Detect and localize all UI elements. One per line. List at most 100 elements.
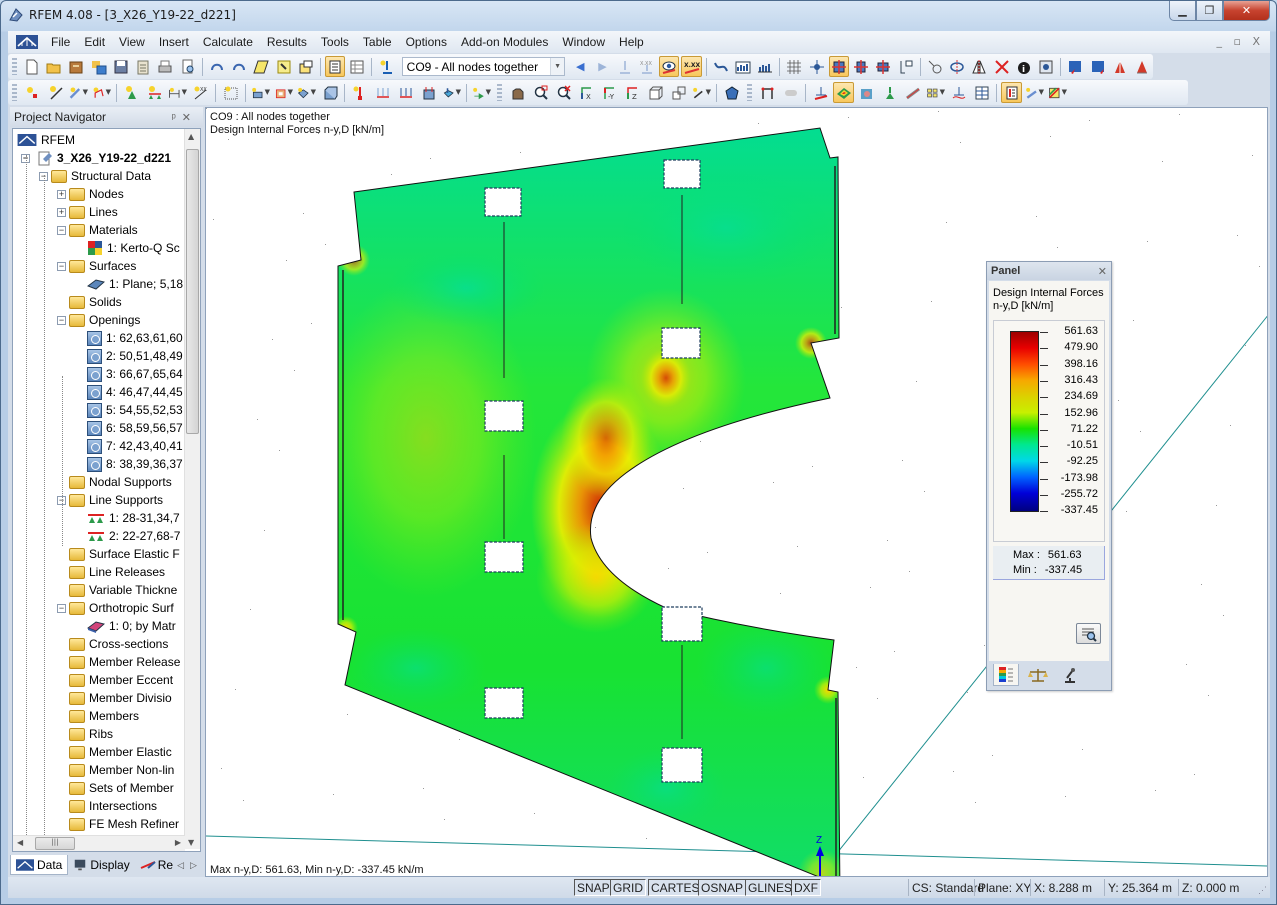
member-load-button[interactable] — [395, 82, 416, 103]
save-all-button[interactable] — [89, 56, 109, 77]
insert-line-button[interactable] — [45, 82, 66, 103]
result-diagrams-button[interactable] — [810, 82, 831, 103]
tree-node[interactable]: − Orthotropic Surf — [57, 599, 174, 617]
menu-results[interactable]: Results — [260, 35, 314, 49]
insert-node-button[interactable] — [22, 82, 43, 103]
visibility-button[interactable]: ▼ — [691, 82, 712, 103]
insert-solid-button[interactable]: ▼ — [296, 82, 317, 103]
opening[interactable] — [484, 187, 522, 217]
cartes-toggle[interactable]: CARTES — [648, 879, 703, 896]
toolbar-grip[interactable] — [12, 58, 17, 75]
dropdown-arrow-icon[interactable]: ▼ — [1062, 89, 1067, 96]
next-load-case-button[interactable]: ▶ — [592, 56, 612, 77]
dropdown-arrow-icon[interactable]: ▼ — [1039, 89, 1044, 96]
tree-node-rfem[interactable]: RFEM — [17, 131, 75, 149]
previous-load-case-button[interactable]: ◀ — [570, 56, 590, 77]
panel-header[interactable]: Panel ✕ — [987, 262, 1111, 280]
menu-calculate[interactable]: Calculate — [196, 35, 260, 49]
close-button[interactable]: ✕ — [1223, 1, 1270, 21]
minimize-button[interactable]: ▁ — [1169, 1, 1196, 21]
tree-node[interactable]: 1: 0; by Matr — [87, 617, 176, 635]
insert-dimension-button[interactable]: ▼ — [167, 82, 188, 103]
toolbar-grip[interactable] — [747, 84, 752, 101]
scroll-down-icon[interactable]: ▼ — [188, 838, 194, 847]
section-button[interactable] — [896, 56, 916, 77]
tree-node[interactable]: 1: 62,63,61,60 — [87, 329, 183, 347]
tree-node[interactable]: 1: Kerto-Q Sc — [87, 239, 180, 257]
support-reactions-button[interactable] — [879, 82, 900, 103]
tree-node[interactable]: FE Mesh Refiner — [69, 815, 179, 833]
toolbar-grip[interactable] — [497, 84, 502, 101]
menu-table[interactable]: Table — [356, 35, 399, 49]
graphics-viewport[interactable]: CO9 : All nodes together Design Internal… — [205, 107, 1268, 877]
result-diagram-2-button[interactable] — [948, 82, 969, 103]
view-xy-button[interactable] — [828, 56, 850, 77]
results-diagram-2-button[interactable] — [755, 56, 775, 77]
tree-node[interactable]: 7: 42,43,40,41 — [87, 437, 183, 455]
dropdown-arrow-icon[interactable]: ▼ — [456, 89, 461, 96]
tree-node[interactable]: 2: 50,51,48,49 — [87, 347, 183, 365]
menu-window[interactable]: Window — [555, 35, 612, 49]
tree-node[interactable]: Member Non-lin — [69, 761, 174, 779]
undo-button[interactable] — [207, 56, 227, 77]
show-loads-button[interactable] — [615, 56, 635, 77]
save-button[interactable] — [111, 56, 131, 77]
rotate-button[interactable] — [925, 56, 945, 77]
show-results-button[interactable] — [659, 56, 680, 77]
collapse-toggle-icon[interactable]: − — [57, 261, 66, 271]
insert-guideline-button[interactable] — [220, 82, 241, 103]
panel-tab-filter[interactable] — [1057, 664, 1083, 686]
resize-grip-icon[interactable]: ⋰ — [1258, 885, 1267, 896]
expand-toggle-icon[interactable]: + — [57, 189, 66, 199]
tab-display[interactable]: Display — [68, 855, 134, 875]
render-button[interactable] — [721, 82, 742, 103]
tree-node[interactable]: Surface Elastic F — [69, 545, 180, 563]
tree-node[interactable]: 3: 66,67,65,64 — [87, 365, 183, 383]
export-2-button[interactable] — [1087, 56, 1107, 77]
maximize-button[interactable]: ❐ — [1196, 1, 1223, 21]
dropdown-arrow-icon[interactable]: ▼ — [83, 89, 88, 96]
tree-node[interactable]: 5: 54,55,52,53 — [87, 401, 183, 419]
tree-node[interactable]: 1: 28-31,34,7 — [87, 509, 180, 527]
wireframe-view-button[interactable] — [668, 82, 689, 103]
mirror-button[interactable] — [969, 56, 989, 77]
tree-node[interactable]: Nodal Supports — [69, 473, 172, 491]
menu-view[interactable]: View — [112, 35, 152, 49]
load-case-combo[interactable]: CO9 - All nodes together ▼ — [401, 57, 566, 76]
scroll-up-icon[interactable]: ▲ — [188, 132, 194, 141]
opening[interactable] — [661, 606, 703, 642]
print-button[interactable] — [155, 56, 175, 77]
surface-result-isobands[interactable] — [306, 108, 866, 877]
tree-node[interactable]: 6: 58,59,56,57 — [87, 419, 183, 437]
tab-results[interactable]: Re ◁ ▷ — [135, 855, 202, 875]
navigator-close-icon[interactable]: ✕ — [182, 112, 197, 124]
disabled-tool-button[interactable] — [780, 82, 801, 103]
export-1-button[interactable] — [1065, 56, 1085, 77]
dropdown-arrow-icon[interactable]: ▼ — [311, 89, 316, 96]
navigator-horizontal-scrollbar[interactable]: ◀ ||| ▶ — [13, 835, 185, 851]
notes-button[interactable] — [133, 56, 153, 77]
insert-polyline-button[interactable]: ▼ — [91, 82, 112, 103]
tree-node[interactable]: + Lines — [57, 203, 118, 221]
orbit-button[interactable] — [947, 56, 967, 77]
insert-cube-button[interactable] — [319, 82, 340, 103]
tree-node[interactable]: − Structural Data — [39, 167, 151, 185]
tree-node[interactable]: 8: 38,39,36,37 — [87, 455, 183, 473]
settings-button[interactable] — [1036, 56, 1056, 77]
line-hinge-button[interactable] — [757, 82, 778, 103]
insert-opening-button[interactable]: ▼ — [273, 82, 294, 103]
panel-toggle-button[interactable] — [1001, 82, 1022, 103]
view-yz-button[interactable] — [873, 56, 893, 77]
solid-results-button[interactable] — [856, 82, 877, 103]
work-plane-field[interactable]: Plane: XY — [974, 879, 1031, 896]
scrollbar-thumb[interactable]: ||| — [35, 837, 75, 850]
tree-node-project[interactable]: − 3_X26_Y19-22_d221 — [21, 149, 171, 167]
info-button[interactable]: i — [1014, 56, 1034, 77]
display-properties-button[interactable]: ▼ — [1024, 82, 1045, 103]
dropdown-arrow-icon[interactable]: ▼ — [106, 89, 111, 96]
select-button[interactable] — [274, 56, 294, 77]
surface-load-button[interactable] — [418, 82, 439, 103]
tree-node[interactable]: Line Releases — [69, 563, 165, 581]
panel-tab-legend[interactable] — [993, 664, 1019, 686]
tree-node[interactable]: + Nodes — [57, 185, 124, 203]
